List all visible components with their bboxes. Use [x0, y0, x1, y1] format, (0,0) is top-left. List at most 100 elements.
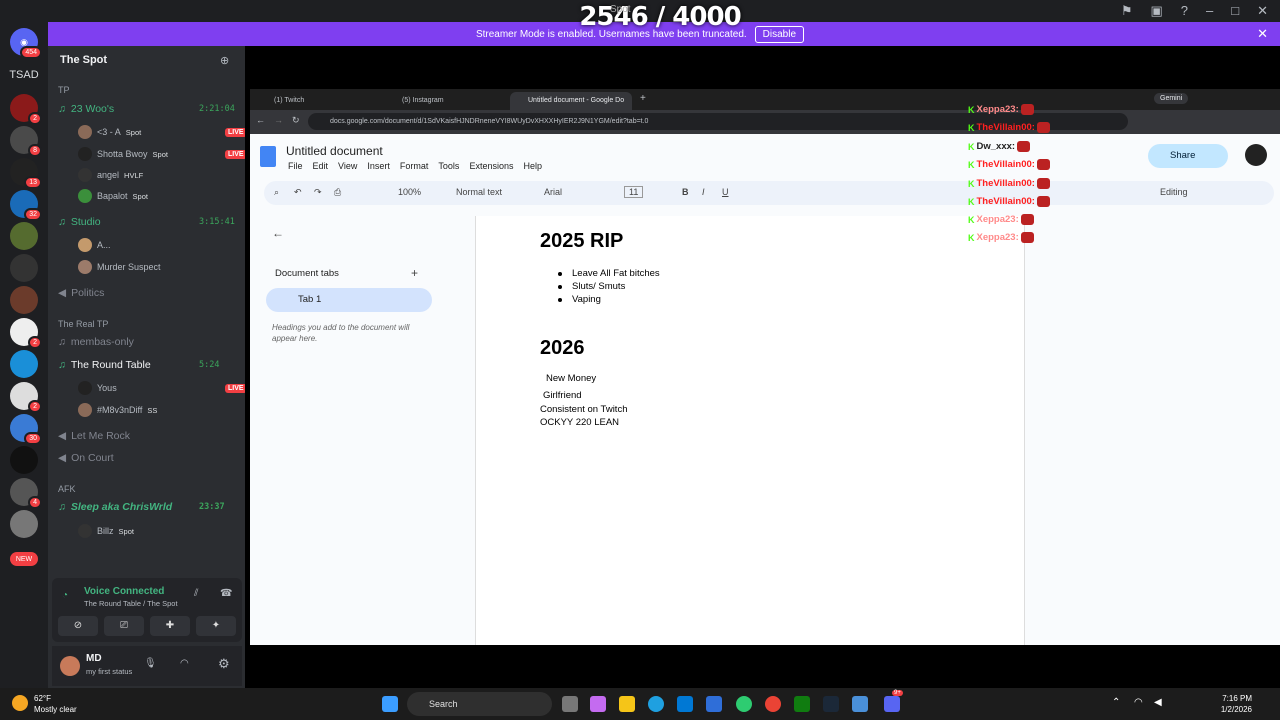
weather-widget[interactable]: 62°F Mostly clear	[34, 693, 77, 715]
search-icon[interactable]: ⌕	[274, 187, 279, 198]
app-icon[interactable]	[736, 696, 752, 712]
member-row[interactable]: Murder Suspect	[78, 260, 161, 274]
file-explorer-icon[interactable]	[619, 696, 635, 712]
volume-icon[interactable]: ◀	[1154, 697, 1162, 708]
settings-icon[interactable]: ⚙	[218, 656, 230, 672]
server-icon[interactable]	[10, 446, 38, 474]
channel-on-court[interactable]: ◀ On Court	[58, 452, 114, 464]
channel-round-table[interactable]: ♫ The Round Table 5:24	[58, 359, 219, 371]
clock[interactable]: 7:16 PM 1/2/2026	[1221, 693, 1252, 715]
server-icon[interactable]	[10, 350, 38, 378]
menu-tools[interactable]: Tools	[438, 161, 459, 171]
server-icon[interactable]	[10, 286, 38, 314]
share-button[interactable]: Share	[1148, 144, 1228, 168]
channel-politics[interactable]: ◀ Politics	[58, 287, 104, 299]
redo-icon[interactable]: ↷	[314, 187, 322, 198]
member-row[interactable]: A...	[78, 238, 111, 252]
channel-sleep[interactable]: ♫ Sleep aka ChrisWrld 23:37	[58, 501, 225, 513]
server-icon[interactable]: 2	[10, 94, 42, 125]
discord-home-icon[interactable]: ◉ 454	[10, 28, 42, 59]
server-icon[interactable]: 2	[10, 382, 42, 413]
account-avatar[interactable]	[1245, 144, 1267, 166]
channel-let-me-rock[interactable]: ◀ Let Me Rock	[58, 430, 130, 442]
activities-button[interactable]: ✚	[150, 616, 190, 636]
copilot-icon[interactable]	[590, 696, 606, 712]
camera-button[interactable]: ⊘	[58, 616, 98, 636]
screen-share-button[interactable]: ⎚	[104, 616, 144, 636]
category-afk[interactable]: AFK	[58, 484, 76, 494]
channel-studio[interactable]: ♫ Studio 3:15:41	[58, 216, 235, 228]
steam-icon[interactable]	[823, 696, 839, 712]
disconnect-icon[interactable]: ☎	[220, 588, 232, 599]
photos-icon[interactable]	[852, 696, 868, 712]
gemini-button[interactable]: Gemini	[1154, 93, 1189, 104]
menu-file[interactable]: File	[288, 161, 303, 171]
edge-icon[interactable]	[648, 696, 664, 712]
soundboard-button[interactable]: ✦	[196, 616, 236, 636]
category-tp[interactable]: TP	[58, 85, 70, 95]
underline-icon[interactable]: U	[722, 187, 729, 197]
add-tab-icon[interactable]: +	[411, 266, 418, 280]
font-select[interactable]: Arial	[544, 187, 562, 197]
zoom-select[interactable]: 100%	[398, 187, 421, 197]
bold-icon[interactable]: B	[682, 187, 689, 197]
server-icon[interactable]: 30	[10, 414, 42, 445]
weather-icon[interactable]	[12, 695, 28, 711]
disable-button[interactable]: Disable	[754, 25, 805, 43]
server-icon[interactable]: 4	[10, 478, 42, 509]
server-icon[interactable]: 2	[10, 318, 42, 349]
category-real-tp[interactable]: The Real TP	[58, 319, 108, 329]
minimize-icon[interactable]: –	[1206, 3, 1213, 19]
menu-edit[interactable]: Edit	[313, 161, 329, 171]
undo-icon[interactable]: ↶	[294, 187, 302, 198]
document-title[interactable]: Untitled document	[286, 144, 383, 158]
start-icon[interactable]	[382, 696, 398, 712]
menu-format[interactable]: Format	[400, 161, 429, 171]
store-icon[interactable]	[677, 696, 693, 712]
chrome-icon[interactable]	[765, 696, 781, 712]
close-icon[interactable]: ✕	[1257, 3, 1268, 19]
inbox-icon[interactable]: ⚑	[1121, 3, 1133, 19]
font-size-input[interactable]: 11	[624, 186, 644, 198]
server-icon[interactable]: 13	[10, 158, 42, 189]
italic-icon[interactable]: I	[702, 187, 705, 197]
back-icon[interactable]: ←	[256, 115, 265, 125]
tab-twitch[interactable]: (1) Twitch	[256, 92, 376, 110]
style-select[interactable]: Normal text	[456, 187, 502, 197]
help-icon[interactable]: ?	[1181, 3, 1188, 19]
member-row[interactable]: Billz Spot	[78, 524, 134, 538]
reload-icon[interactable]: ↻	[292, 115, 300, 126]
avatar[interactable]	[60, 656, 80, 676]
member-row[interactable]: Yous LIVE	[78, 381, 247, 395]
menu-view[interactable]: View	[338, 161, 357, 171]
server-icon[interactable]	[10, 510, 38, 538]
member-row[interactable]: #M8v3nDiff SS	[78, 403, 157, 417]
discord-icon[interactable]: 9+	[884, 690, 903, 712]
member-row[interactable]: <3 - A Spot LIVE	[78, 125, 247, 139]
screen-icon[interactable]: ▣	[1150, 3, 1162, 19]
server-icon[interactable]	[10, 222, 38, 250]
taskbar-search[interactable]: Search	[407, 692, 552, 716]
menu-help[interactable]: Help	[523, 161, 542, 171]
add-friend-icon[interactable]: ⊕	[220, 54, 229, 67]
member-row[interactable]: angel HVLF	[78, 168, 143, 182]
tab-docs[interactable]: Untitled document - Google Do	[510, 92, 632, 110]
back-icon[interactable]: ←	[272, 226, 284, 240]
server-name[interactable]: The Spot	[60, 54, 107, 66]
channel-membas-only[interactable]: ♫ membas-only	[58, 336, 134, 348]
mic-icon[interactable]: 🎙	[144, 658, 157, 669]
tray-chevron-icon[interactable]: ⌃	[1112, 697, 1120, 708]
menu-insert[interactable]: Insert	[367, 161, 390, 171]
forward-icon[interactable]: →	[274, 115, 283, 125]
server-icon[interactable]: 32	[10, 190, 42, 221]
tab-1-item[interactable]: Tab 1	[266, 288, 432, 312]
new-label[interactable]: NEW	[10, 552, 38, 566]
member-row[interactable]: Bapalot Spot	[78, 189, 148, 203]
tab-instagram[interactable]: (5) Instagram	[384, 92, 504, 110]
new-tab-icon[interactable]: +	[640, 93, 646, 104]
document-page[interactable]: 2025 RIP Leave All Fat bitches Sluts/ Sm…	[475, 216, 1025, 645]
wifi-icon[interactable]: ◠	[1134, 697, 1143, 708]
maximize-icon[interactable]: □	[1231, 3, 1239, 19]
server-tsad[interactable]: TSAD	[0, 69, 48, 81]
noise-icon[interactable]: ⫽	[194, 588, 198, 599]
